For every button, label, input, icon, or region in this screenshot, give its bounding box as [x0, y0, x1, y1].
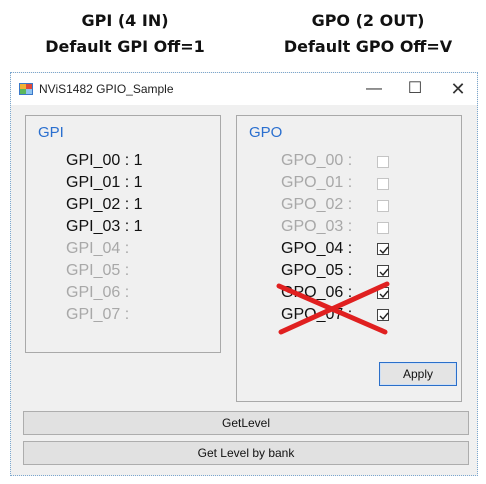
gpi-heading: GPI (4 IN) Default GPI Off=1	[0, 8, 250, 60]
gpo-heading-default: Default GPO Off=V	[283, 37, 453, 56]
gpo-02-checkbox[interactable]	[377, 200, 389, 212]
gpi-05-label: GPI_05 :	[66, 262, 130, 279]
gpo-04-checkbox[interactable]	[377, 243, 389, 255]
gpi-03-label: GPI_03 : 1	[66, 218, 143, 235]
gpo-02-label: GPO_02 :	[281, 196, 353, 213]
gpo-heading: GPO (2 OUT) Default GPO Off=V	[250, 8, 486, 60]
gpi-heading-default: Default GPI Off=1	[45, 37, 205, 56]
gpo-05-checkbox[interactable]	[377, 265, 389, 277]
gpo-01-checkbox[interactable]	[377, 178, 389, 190]
gpi-04-label: GPI_04 :	[66, 240, 130, 257]
gpi-02-label: GPI_02 : 1	[66, 196, 143, 213]
window-title: NViS1482 GPIO_Sample	[39, 82, 174, 96]
app-window: NViS1482 GPIO_Sample — ☐ ✕ GPI GPI_00 : …	[10, 72, 478, 476]
minimize-button[interactable]: —	[359, 77, 389, 101]
app-icon	[19, 83, 33, 95]
gpi-07-label: GPI_07 :	[66, 306, 130, 323]
gpi-00-label: GPI_00 : 1	[66, 152, 143, 169]
apply-button[interactable]: Apply	[379, 362, 457, 386]
gpo-01-label: GPO_01 :	[281, 174, 353, 191]
gpi-group-title: GPI	[38, 124, 64, 141]
gpo-group: GPO GPO_00 : GPO_01 : GPO_02 : GPO_03 : …	[236, 115, 462, 402]
gpi-group: GPI GPI_00 : 1 GPI_01 : 1 GPI_02 : 1 GPI…	[25, 115, 221, 353]
check-icon	[379, 246, 389, 255]
get-level-by-bank-button[interactable]: Get Level by bank	[23, 441, 469, 465]
gpi-06-label: GPI_06 :	[66, 284, 130, 301]
gpo-group-title: GPO	[249, 124, 283, 141]
close-button[interactable]: ✕	[443, 77, 473, 101]
gpi-heading-title: GPI (4 IN)	[81, 11, 169, 30]
check-icon	[379, 268, 389, 277]
gpo-04-label: GPO_04 :	[281, 240, 353, 257]
gpo-00-label: GPO_00 :	[281, 152, 353, 169]
red-cross-mark	[276, 281, 390, 335]
maximize-button[interactable]: ☐	[400, 77, 430, 101]
gpo-heading-title: GPO (2 OUT)	[311, 11, 425, 30]
gpo-03-label: GPO_03 :	[281, 218, 353, 235]
gpi-01-label: GPI_01 : 1	[66, 174, 143, 191]
gpo-00-checkbox[interactable]	[377, 156, 389, 168]
get-level-button[interactable]: GetLevel	[23, 411, 469, 435]
title-bar[interactable]: NViS1482 GPIO_Sample — ☐ ✕	[11, 73, 477, 105]
gpo-03-checkbox[interactable]	[377, 222, 389, 234]
